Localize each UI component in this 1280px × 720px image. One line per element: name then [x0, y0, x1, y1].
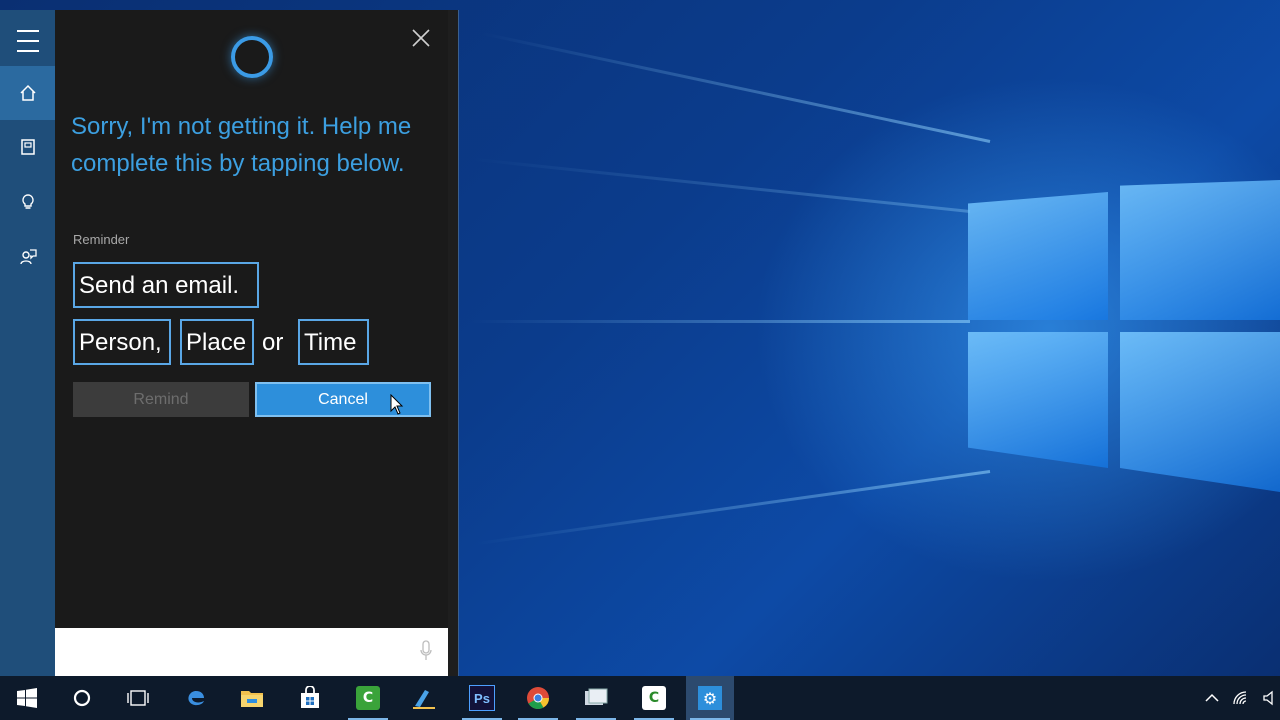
- windows-logo-pane: [1120, 180, 1280, 320]
- windows-logo-pane: [968, 332, 1108, 468]
- cortana-icon[interactable]: [58, 676, 106, 720]
- taskbar: C Ps C ⚙: [0, 676, 1280, 720]
- app-icon[interactable]: [572, 676, 620, 720]
- close-icon[interactable]: [407, 26, 435, 54]
- microphone-icon[interactable]: [420, 640, 432, 662]
- store-icon[interactable]: [286, 676, 334, 720]
- place-slot[interactable]: Place: [180, 319, 254, 365]
- notebook-icon[interactable]: [0, 120, 55, 174]
- mouse-cursor-icon: [390, 394, 404, 415]
- cortana-content: Sorry, I'm not getting it. Help me compl…: [55, 10, 448, 628]
- photoshop-icon[interactable]: Ps: [458, 676, 506, 720]
- reminder-label: Reminder: [73, 232, 130, 247]
- windows-logo-pane: [1120, 332, 1280, 492]
- reminder-subject-slot[interactable]: Send an email.: [73, 262, 259, 308]
- show-hidden-icons-icon[interactable]: [1204, 676, 1220, 720]
- time-slot[interactable]: Time: [298, 319, 369, 365]
- home-icon[interactable]: [0, 66, 55, 120]
- hamburger-menu-icon[interactable]: [0, 14, 55, 68]
- pen-tool-icon[interactable]: [400, 676, 448, 720]
- wallpaper-ray: [472, 157, 971, 213]
- wallpaper-ray: [481, 31, 991, 143]
- remind-button[interactable]: Remind: [73, 382, 249, 417]
- task-view-icon[interactable]: [114, 676, 162, 720]
- wallpaper-ray: [474, 470, 991, 546]
- edge-icon[interactable]: [172, 676, 220, 720]
- volume-icon[interactable]: [1262, 676, 1278, 720]
- cortana-ring-icon: [231, 36, 273, 78]
- cortana-nav-rail: [0, 10, 55, 676]
- cortana-search-input[interactable]: [55, 628, 448, 676]
- chrome-icon[interactable]: [514, 676, 562, 720]
- cortana-panel: Sorry, I'm not getting it. Help me compl…: [0, 10, 459, 676]
- windows-logo-pane: [968, 192, 1108, 320]
- start-icon[interactable]: [4, 676, 50, 720]
- lightbulb-icon[interactable]: [0, 175, 55, 229]
- settings-icon[interactable]: ⚙: [686, 676, 734, 720]
- wallpaper-ray: [470, 320, 970, 323]
- wifi-icon[interactable]: [1232, 676, 1252, 720]
- person-slot[interactable]: Person,: [73, 319, 171, 365]
- cancel-button[interactable]: Cancel: [255, 382, 431, 417]
- file-explorer-icon[interactable]: [228, 676, 276, 720]
- camtasia-recorder-icon[interactable]: C: [630, 676, 678, 720]
- cortana-message: Sorry, I'm not getting it. Help me compl…: [71, 113, 412, 177]
- camtasia-icon[interactable]: C: [344, 676, 392, 720]
- feedback-icon[interactable]: [0, 230, 55, 284]
- or-text: or: [262, 329, 284, 356]
